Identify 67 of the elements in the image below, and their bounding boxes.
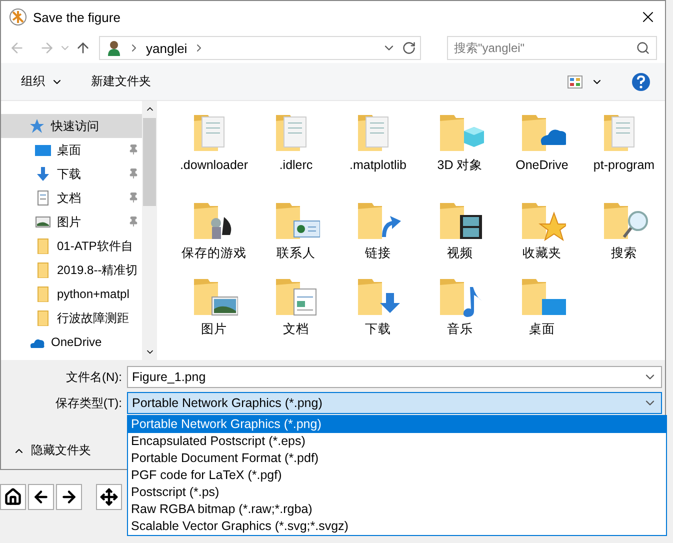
folder-icon (35, 310, 51, 326)
pin-icon (128, 144, 139, 155)
organize-menu-button[interactable]: 组织 (21, 73, 63, 90)
folder-label[interactable]: .idlerc (258, 157, 334, 174)
file-type-option[interactable]: Portable Network Graphics (*.png) (128, 416, 666, 433)
move-icon (100, 488, 118, 506)
sidebar-item[interactable]: 图片 (1, 210, 142, 234)
file-type-dropdown[interactable]: Portable Network Graphics (*.png) (127, 392, 662, 414)
home-button[interactable] (0, 484, 26, 510)
help-icon[interactable] (631, 72, 651, 92)
search-icon (636, 41, 650, 55)
view-icon[interactable] (567, 74, 583, 90)
folder-label[interactable]: 收藏夹 (504, 245, 580, 262)
filename-label: 文件名(N): (65, 368, 122, 386)
file-type-label: 保存类型(T): (54, 394, 122, 412)
app-icon (9, 8, 27, 26)
folder-label[interactable]: .downloader (176, 157, 252, 174)
sidebar-item[interactable]: python+matpl (1, 282, 142, 306)
pin-icon (128, 168, 139, 179)
home-icon (4, 488, 22, 506)
forward-button[interactable] (56, 484, 82, 510)
folder-label[interactable]: 3D 对象 (422, 157, 498, 174)
folder-icon (35, 262, 51, 278)
refresh-icon[interactable] (402, 41, 416, 55)
up-icon[interactable] (75, 40, 91, 56)
picture-icon (35, 214, 51, 230)
sidebar-item[interactable]: 2019.8--精准切 (1, 258, 142, 282)
folder-label[interactable]: .matplotlib (340, 157, 416, 174)
folder-label[interactable]: 图片 (176, 321, 252, 338)
sidebar-item[interactable]: 下载 (1, 162, 142, 186)
right-arrow-icon (60, 488, 78, 506)
scrollbar[interactable] (142, 101, 157, 360)
move-button[interactable] (96, 484, 122, 510)
filename-field[interactable]: Figure_1.png (127, 366, 662, 388)
folder-label[interactable]: 搜索 (586, 245, 662, 262)
download-icon (35, 166, 51, 182)
back-button[interactable] (28, 484, 54, 510)
search-field[interactable]: 搜索"yanglei" (447, 36, 657, 60)
pin-icon (128, 192, 139, 203)
user-icon (106, 40, 122, 56)
sidebar-item[interactable]: 快速访问 (1, 114, 142, 138)
folder-label[interactable]: 联系人 (258, 245, 334, 262)
breadcrumb-item[interactable]: yanglei (146, 40, 188, 56)
folder-label[interactable]: pt-program (586, 157, 662, 174)
document-icon (35, 190, 51, 206)
folder-label[interactable]: 音乐 (422, 321, 498, 338)
folder-label[interactable]: 链接 (340, 245, 416, 262)
desktop-icon (35, 142, 51, 158)
pin-icon (128, 216, 139, 227)
address-field[interactable]: yanglei (99, 36, 421, 60)
sidebar-item[interactable]: 桌面 (1, 138, 142, 162)
folder-label[interactable]: 桌面 (504, 321, 580, 338)
window-title: Save the figure (33, 10, 122, 24)
new-folder-button[interactable]: 新建文件夹 (91, 73, 151, 90)
folder-icon (35, 238, 51, 254)
folder-label[interactable]: OneDrive (504, 157, 580, 174)
sidebar-item[interactable]: 行波故障测距 (1, 306, 142, 330)
sidebar-item[interactable]: 文档 (1, 186, 142, 210)
sidebar-item[interactable]: OneDrive (1, 330, 142, 354)
folder-icon (35, 286, 51, 302)
hide-folders-button[interactable]: 隐藏文件夹 (13, 442, 91, 459)
folder-label[interactable]: 保存的游戏 (176, 245, 252, 262)
folder-label[interactable]: 文档 (258, 321, 334, 338)
sidebar-item[interactable]: 01-ATP软件自 (1, 234, 142, 258)
folder-label[interactable]: 下载 (340, 321, 416, 338)
folder-label[interactable]: 视频 (422, 245, 498, 262)
star-icon (29, 118, 45, 134)
